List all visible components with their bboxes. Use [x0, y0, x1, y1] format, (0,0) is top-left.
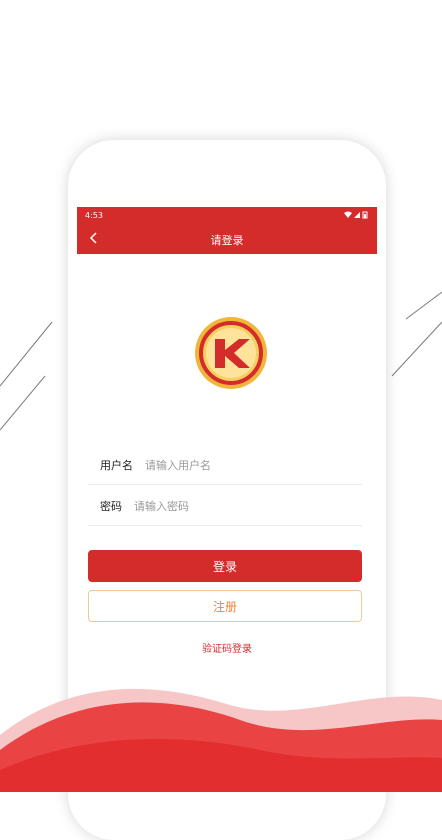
sms-login-link[interactable]: 验证码登录: [68, 640, 386, 655]
password-label: 密码: [100, 500, 122, 513]
status-icons: [344, 211, 370, 221]
register-button[interactable]: 注册: [88, 590, 362, 622]
username-label: 用户名: [100, 459, 133, 472]
wifi-signal-battery-icon: [344, 211, 368, 219]
status-time: 4:53: [85, 211, 103, 220]
status-bar: 4:53: [77, 207, 377, 227]
password-field: 密码: [88, 487, 362, 526]
k-coin-logo: [195, 317, 267, 389]
app-bar: 4:53 请登录: [77, 207, 377, 254]
bottom-wave-decoration: [0, 688, 442, 792]
password-input[interactable]: [134, 499, 294, 513]
username-field: 用户名: [88, 446, 362, 485]
login-button[interactable]: 登录: [88, 550, 362, 582]
username-input[interactable]: [145, 458, 305, 472]
page-title: 请登录: [210, 234, 244, 247]
